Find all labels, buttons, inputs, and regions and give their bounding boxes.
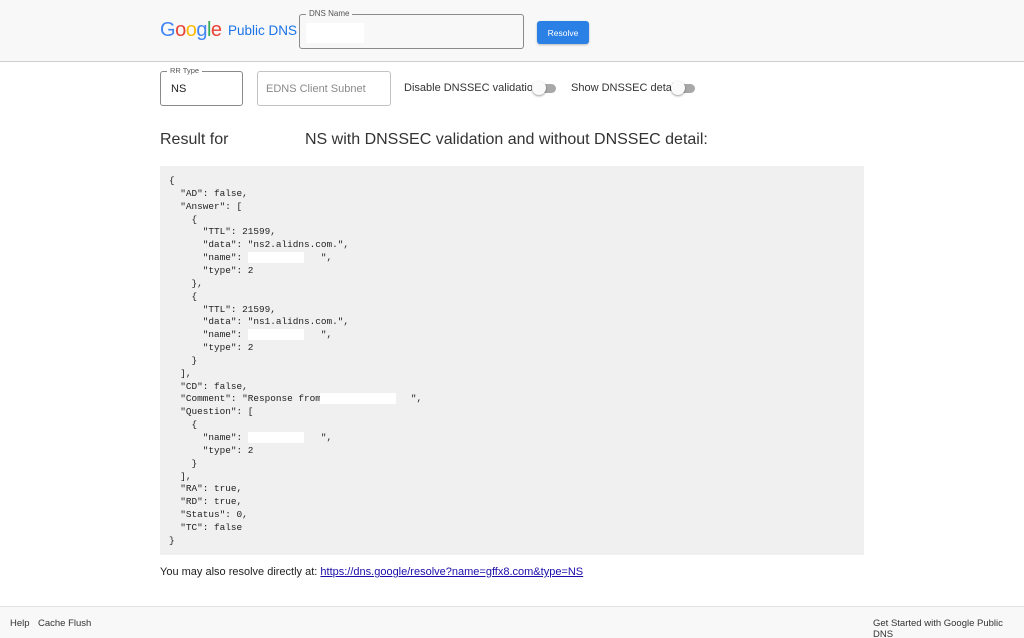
json-line: }, bbox=[169, 277, 203, 289]
json-line: "RD": true, bbox=[169, 496, 243, 508]
show-dnssec-toggle[interactable] bbox=[671, 81, 695, 95]
json-line: "TTL": 21599, bbox=[169, 303, 276, 315]
redacted-value bbox=[248, 329, 304, 341]
dns-name-label: DNS Name bbox=[306, 9, 353, 18]
toggle-knob bbox=[532, 81, 546, 95]
json-line: "Question": [ bbox=[169, 406, 254, 418]
json-response: { "AD": false, "Answer": [ { "TTL": 2159… bbox=[160, 166, 864, 555]
product-title[interactable]: Public DNS bbox=[228, 23, 297, 38]
json-line: { bbox=[169, 213, 198, 225]
edns-client-subnet-field[interactable] bbox=[257, 71, 391, 106]
json-line: "data": "ns1.alidns.com.", bbox=[169, 316, 350, 328]
json-line: { bbox=[169, 175, 175, 186]
footer-bar: Help Cache Flush Get Started with Google… bbox=[0, 606, 1024, 638]
rr-type-label: RR Type bbox=[167, 66, 203, 75]
result-title-suffix: NS with DNSSEC validation and without DN… bbox=[305, 131, 708, 148]
edns-client-subnet-input[interactable] bbox=[266, 80, 384, 98]
result-title-prefix: Result for bbox=[160, 131, 229, 148]
direct-resolve-prefix: You may also resolve directly at: bbox=[160, 566, 321, 578]
json-line: "data": "ns2.alidns.com.", bbox=[169, 239, 350, 251]
json-line: "type": 2 bbox=[169, 444, 254, 456]
get-started-link[interactable]: Get Started with Google Public DNS bbox=[873, 618, 1024, 638]
json-line: "CD": false, bbox=[169, 380, 248, 392]
disable-dnssec-label: Disable DNSSEC validation bbox=[404, 82, 540, 94]
redacted-value bbox=[248, 432, 304, 443]
json-line: "Status": 0, bbox=[169, 509, 248, 521]
json-line: ], bbox=[169, 470, 192, 482]
resolve-button[interactable]: Resolve bbox=[537, 21, 589, 44]
toggle-knob bbox=[671, 81, 685, 95]
json-line: "TC": false bbox=[169, 521, 243, 533]
google-logo[interactable]: Google bbox=[160, 19, 222, 42]
json-line: "AD": false, bbox=[169, 187, 248, 199]
cache-flush-link[interactable]: Cache Flush bbox=[38, 618, 91, 629]
redacted-value bbox=[320, 393, 396, 405]
rr-type-select[interactable]: RR Type NS bbox=[160, 66, 243, 106]
json-line: "RA": true, bbox=[169, 483, 243, 495]
json-line: "Answer": [ bbox=[169, 200, 243, 212]
direct-resolve-link[interactable]: https://dns.google/resolve?name=gffx8.co… bbox=[320, 566, 583, 578]
json-line: "type": 2 bbox=[169, 342, 254, 354]
json-line: } bbox=[169, 457, 198, 469]
direct-resolve-text: You may also resolve directly at: https:… bbox=[160, 566, 583, 578]
disable-dnssec-toggle[interactable] bbox=[532, 81, 556, 95]
show-dnssec-label: Show DNSSEC detail bbox=[571, 82, 677, 94]
json-line: { bbox=[169, 290, 198, 302]
json-line: } bbox=[169, 354, 198, 366]
rr-type-value: NS bbox=[171, 83, 187, 95]
help-link[interactable]: Help bbox=[10, 618, 30, 629]
redacted-value bbox=[248, 252, 304, 264]
header-bar: Google Public DNS DNS Name Resolve bbox=[0, 0, 1024, 62]
json-line: ], bbox=[169, 367, 192, 379]
json-line: "type": 2 bbox=[169, 264, 254, 276]
json-line: } bbox=[169, 534, 175, 546]
json-line: "TTL": 21599, bbox=[169, 226, 276, 238]
json-line: { bbox=[169, 419, 198, 431]
dns-name-input[interactable] bbox=[308, 23, 508, 43]
dns-name-field[interactable]: DNS Name bbox=[299, 9, 524, 49]
